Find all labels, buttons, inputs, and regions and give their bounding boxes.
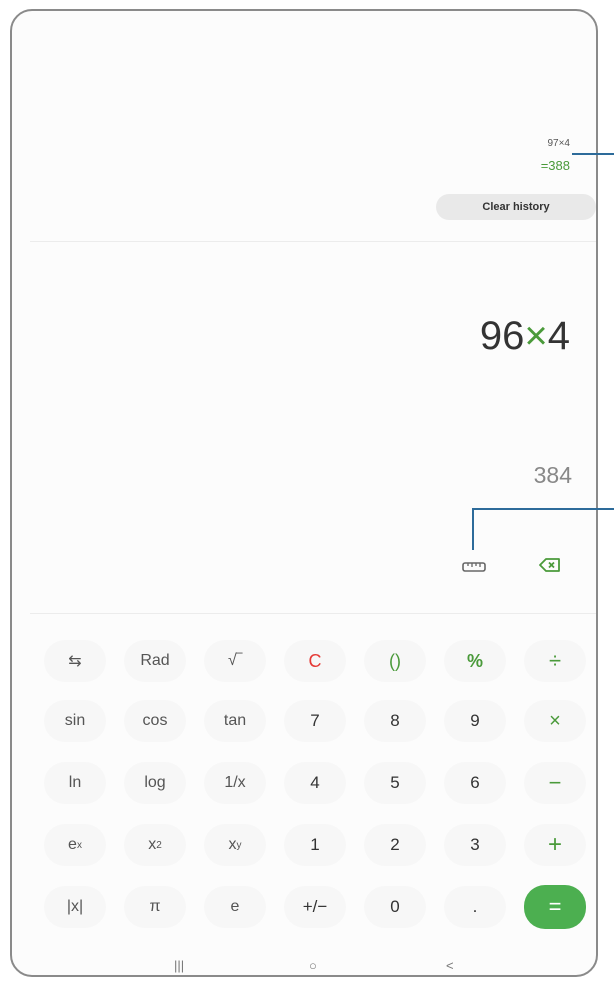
digit-9-key[interactable]: 9 xyxy=(444,700,506,742)
history-callout-line xyxy=(572,153,614,155)
negate-key[interactable]: +/− xyxy=(284,886,346,928)
history-divider xyxy=(30,241,596,242)
divide-key[interactable]: ÷ xyxy=(524,640,586,682)
power-key[interactable]: xy xyxy=(204,824,266,866)
square-key-base: x xyxy=(148,836,157,853)
digit-2-key[interactable]: 2 xyxy=(364,824,426,866)
expression-right: 4 xyxy=(547,314,570,358)
recents-icon[interactable]: ||| xyxy=(174,958,184,973)
square-key-sup: 2 xyxy=(156,839,162,851)
add-key[interactable]: + xyxy=(524,824,586,866)
navigation-bar: ||| ○ < xyxy=(0,958,614,986)
euler-key[interactable]: e xyxy=(204,886,266,928)
ln-key[interactable]: ln xyxy=(44,762,106,804)
back-icon[interactable]: < xyxy=(446,958,454,973)
reciprocal-key[interactable]: 1/x xyxy=(204,762,266,804)
clear-history-button[interactable]: Clear history xyxy=(436,194,596,220)
history-expression[interactable]: 97×4 xyxy=(547,138,570,149)
digit-0-key[interactable]: 0 xyxy=(364,886,426,928)
power-key-sup: y xyxy=(236,839,242,851)
digit-7-key[interactable]: 7 xyxy=(284,700,346,742)
exp-key[interactable]: ex xyxy=(44,824,106,866)
expression-operator: × xyxy=(524,314,548,358)
converter-callout-line-v xyxy=(472,508,474,550)
exp-key-base: e xyxy=(68,836,77,853)
rotate-toggle-key[interactable]: ⇆ xyxy=(44,640,106,682)
digit-5-key[interactable]: 5 xyxy=(364,762,426,804)
sin-key[interactable]: sin xyxy=(44,700,106,742)
keypad-divider xyxy=(30,613,596,614)
cos-key[interactable]: cos xyxy=(124,700,186,742)
expression-display[interactable]: 96×4 xyxy=(480,314,570,359)
ruler-icon[interactable] xyxy=(462,560,486,578)
digit-6-key[interactable]: 6 xyxy=(444,762,506,804)
decimal-key[interactable]: . xyxy=(444,886,506,928)
converter-callout-line-h xyxy=(472,508,614,510)
digit-8-key[interactable]: 8 xyxy=(364,700,426,742)
subtract-key[interactable]: − xyxy=(524,762,586,804)
home-icon[interactable]: ○ xyxy=(309,958,317,973)
digit-4-key[interactable]: 4 xyxy=(284,762,346,804)
result-preview: 384 xyxy=(533,462,572,488)
equals-key[interactable]: = xyxy=(524,885,586,929)
expression-left: 96 xyxy=(479,314,525,358)
tan-key[interactable]: tan xyxy=(204,700,266,742)
power-key-base: x xyxy=(228,836,237,853)
log-key[interactable]: log xyxy=(124,762,186,804)
square-key[interactable]: x2 xyxy=(124,824,186,866)
digit-3-key[interactable]: 3 xyxy=(444,824,506,866)
multiply-key[interactable]: × xyxy=(524,700,586,742)
sqrt-key[interactable]: √‾ xyxy=(204,640,266,682)
rad-key[interactable]: Rad xyxy=(124,640,186,682)
percent-key[interactable]: % xyxy=(444,640,506,682)
digit-1-key[interactable]: 1 xyxy=(284,824,346,866)
exp-key-sup: x xyxy=(76,839,82,851)
clear-key[interactable]: C xyxy=(284,640,346,682)
pi-key[interactable]: π xyxy=(124,886,186,928)
abs-key[interactable]: |x| xyxy=(44,886,106,928)
backspace-icon[interactable] xyxy=(539,557,561,578)
parentheses-key[interactable]: () xyxy=(364,640,426,682)
history-result[interactable]: =388 xyxy=(541,158,570,173)
